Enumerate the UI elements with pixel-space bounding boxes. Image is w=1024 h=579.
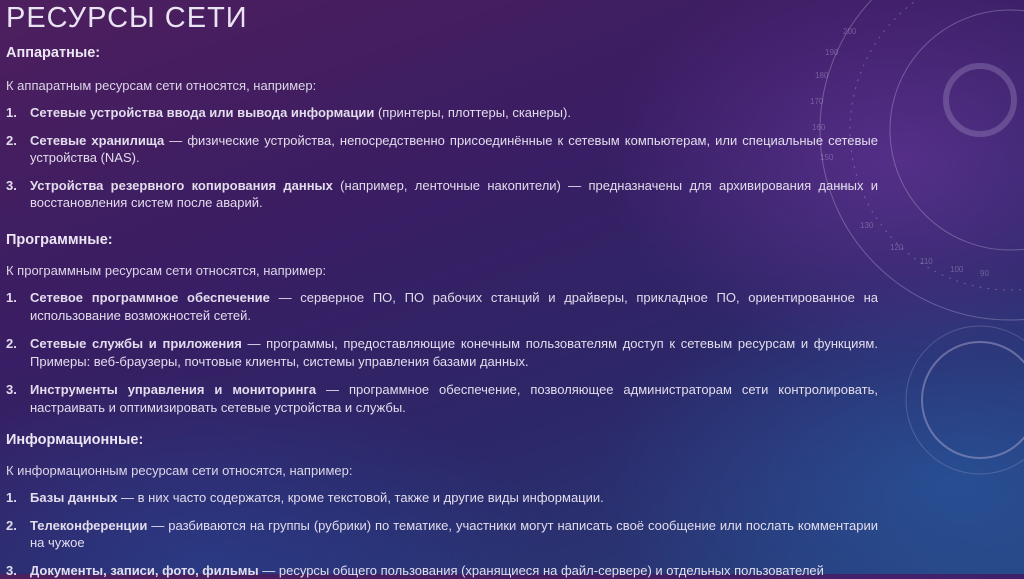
section-intro: К информационным ресурсам сети относятся… — [6, 462, 878, 480]
item-text: (принтеры, плоттеры, сканеры). — [374, 105, 571, 120]
list-item: 1. Сетевые устройства ввода или вывода и… — [6, 104, 878, 122]
list-item: 2. Телеконференции — разбиваются на груп… — [6, 517, 878, 552]
item-term: Сетевые устройства ввода или вывода инфо… — [30, 105, 374, 120]
list-item: 2. Сетевые службы и приложения — програм… — [6, 335, 878, 370]
section-intro: К аппаратным ресурсам сети относятся, на… — [6, 77, 878, 95]
section-information: Информационные: К информационным ресурса… — [6, 432, 878, 579]
section-heading: Аппаратные: — [6, 45, 878, 63]
item-text: — в них часто содержатся, кроме текстово… — [117, 490, 603, 505]
list-item: 3. Инструменты управления и мониторинга … — [6, 381, 878, 416]
item-term: Сетевые службы и приложения — [30, 336, 242, 351]
list-item: 3. Устройства резервного копирования дан… — [6, 177, 878, 212]
list-item: 3. Документы, записи, фото, фильмы — рес… — [6, 562, 878, 579]
section-hardware: Аппаратные: К аппаратным ресурсам сети о… — [6, 45, 878, 212]
item-term: Телеконференции — [30, 518, 147, 533]
section-heading: Программные: — [6, 232, 878, 250]
item-term: Сетевое программное обеспечение — [30, 290, 270, 305]
section-heading: Информационные: — [6, 432, 878, 450]
slide: РЕСУРСЫ СЕТИ Аппаратные: К аппаратным ре… — [0, 0, 1024, 574]
item-number: 1. — [6, 289, 30, 324]
item-text: — ресурсы общего пользования (хранящиеся… — [259, 563, 824, 578]
item-term: Сетевые хранилища — [30, 133, 164, 148]
item-number: 3. — [6, 562, 30, 579]
item-term: Устройства резервного копирования данных — [30, 178, 333, 193]
list-item: 1. Сетевое программное обеспечение — сер… — [6, 289, 878, 324]
item-term: Документы, записи, фото, фильмы — [30, 563, 259, 578]
list-item: 2. Сетевые хранилища — физические устрой… — [6, 132, 878, 167]
item-number: 3. — [6, 381, 30, 416]
section-software: Программные: К программным ресурсам сети… — [6, 232, 878, 416]
item-term: Инструменты управления и мониторинга — [30, 382, 316, 397]
item-number: 3. — [6, 177, 30, 212]
list-item: 1. Базы данных — в них часто содержатся,… — [6, 489, 878, 507]
item-number: 2. — [6, 517, 30, 552]
slide-title: РЕСУРСЫ СЕТИ — [6, 2, 248, 35]
item-number: 1. — [6, 489, 30, 507]
item-number: 1. — [6, 104, 30, 122]
item-number: 2. — [6, 132, 30, 167]
item-text: — разбиваются на группы (рубрики) по тем… — [30, 518, 878, 551]
section-intro: К программным ресурсам сети относятся, н… — [6, 262, 878, 280]
item-term: Базы данных — [30, 490, 117, 505]
item-number: 2. — [6, 335, 30, 370]
